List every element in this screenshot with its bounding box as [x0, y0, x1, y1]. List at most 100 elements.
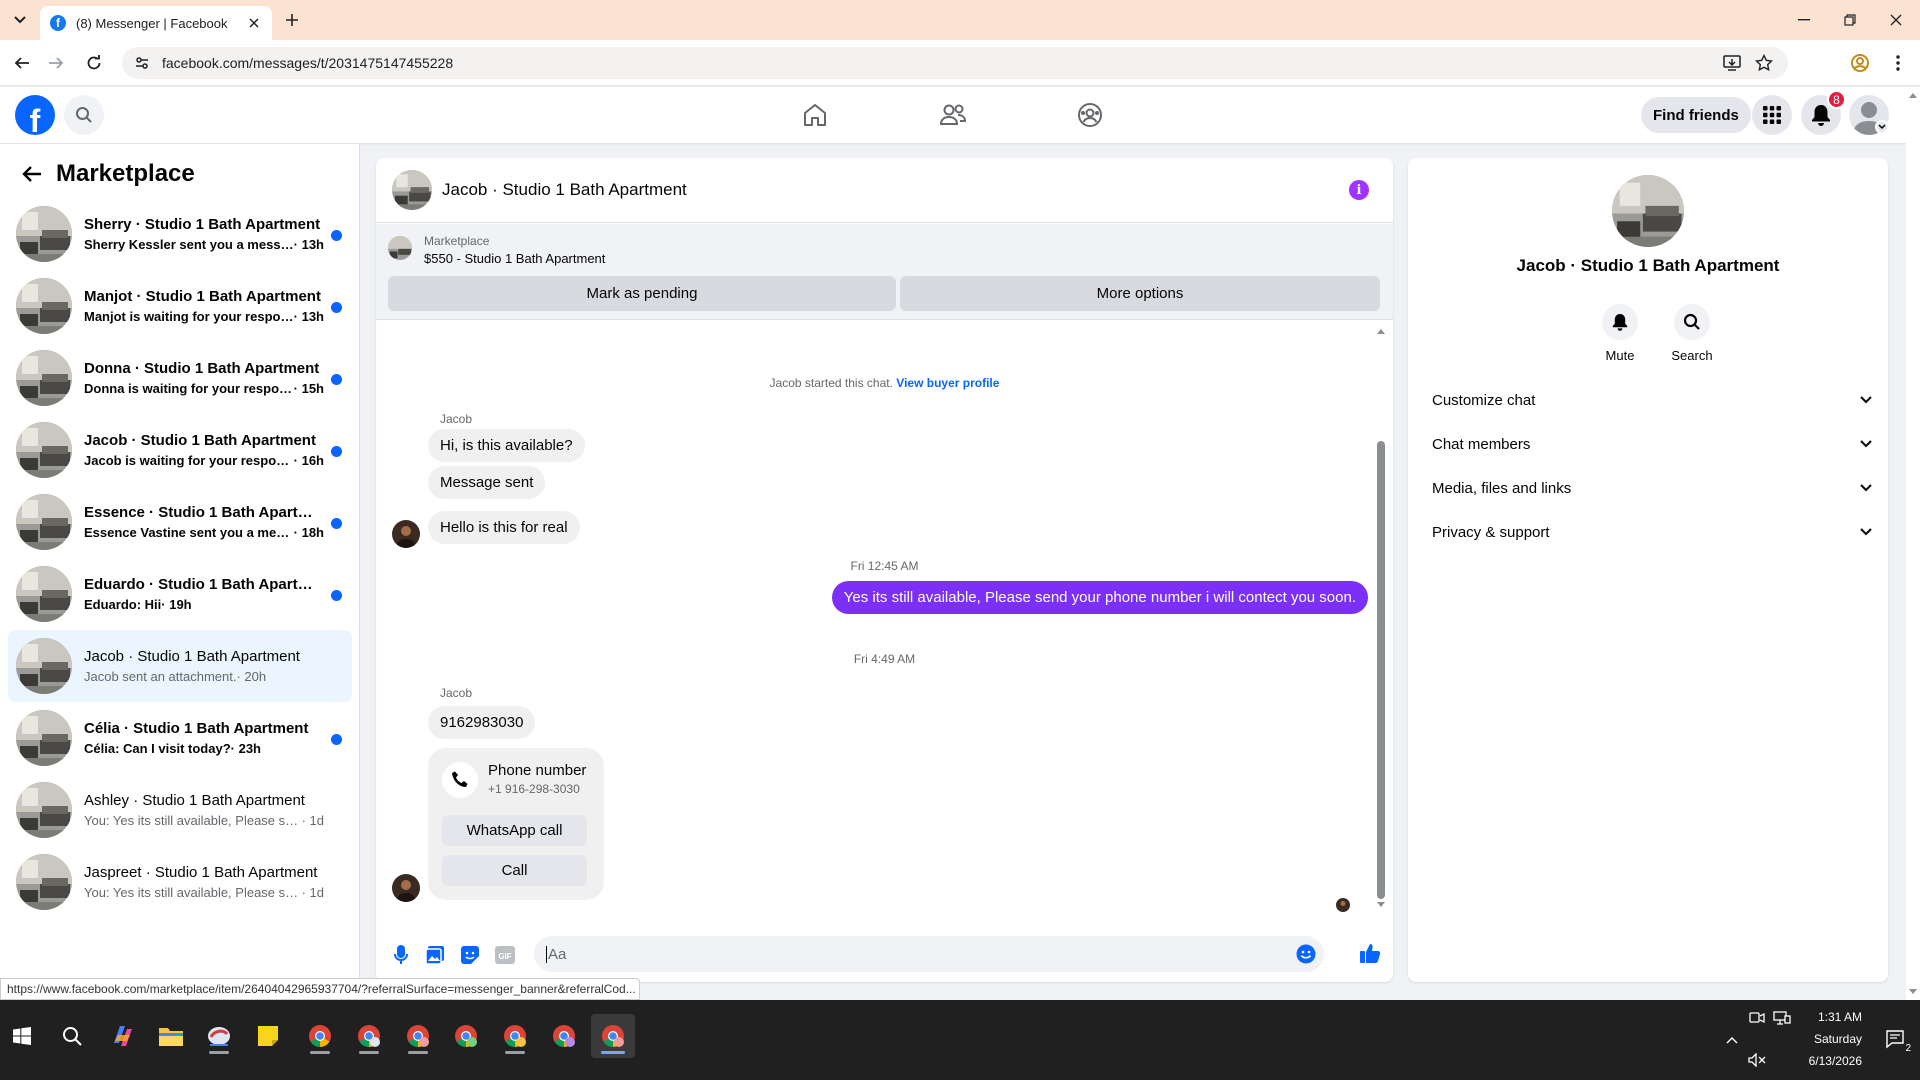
photo-attach-icon[interactable]: [424, 944, 446, 966]
incoming-message[interactable]: Message sent: [428, 466, 546, 499]
back-arrow-icon[interactable]: [10, 51, 34, 75]
more-options-button[interactable]: More options: [900, 276, 1380, 311]
show-hidden-icons-chevron-icon[interactable]: [1720, 1028, 1744, 1052]
search-icon[interactable]: [64, 95, 104, 135]
scrollbar-thumb[interactable]: [1377, 441, 1385, 899]
thumbs-up-icon[interactable]: [1358, 941, 1382, 965]
incoming-message[interactable]: 9162983030: [428, 706, 536, 739]
conversation-thumbnail: [16, 350, 72, 406]
mute-button[interactable]: Mute: [1588, 304, 1652, 363]
sender-avatar[interactable]: [392, 520, 420, 548]
new-tab-plus-icon[interactable]: [282, 10, 302, 30]
copilot-icon[interactable]: [101, 1014, 145, 1058]
customize-chat-row[interactable]: Customize chat: [1424, 378, 1872, 422]
chrome-profile-icon[interactable]: [347, 1014, 391, 1058]
forward-arrow-icon[interactable]: [44, 51, 68, 75]
profile-account-icon[interactable]: [1848, 51, 1872, 75]
view-buyer-profile-link[interactable]: View buyer profile: [896, 376, 999, 390]
chrome-profile-icon[interactable]: [542, 1014, 586, 1058]
minimize-icon[interactable]: [1792, 8, 1816, 32]
back-arrow-icon[interactable]: [14, 156, 50, 192]
chat-members-row[interactable]: Chat members: [1424, 422, 1872, 466]
url-text[interactable]: facebook.com/messages/t/2031475147455228: [162, 55, 1712, 71]
notification-center-icon[interactable]: 2: [1876, 1020, 1916, 1060]
gif-icon[interactable]: GIF: [494, 944, 516, 966]
app-icon[interactable]: [197, 1014, 241, 1058]
menu-grid-icon[interactable]: [1752, 95, 1792, 135]
conversation-text: Sherry · Studio 1 Bath Apartment Sherry K…: [84, 216, 324, 252]
unread-dot: [331, 446, 342, 457]
outgoing-message[interactable]: Yes its still available, Please send you…: [831, 581, 1368, 614]
tab-close-icon[interactable]: [246, 15, 262, 31]
bookmark-star-icon[interactable]: [1752, 51, 1776, 75]
sticker-icon[interactable]: [459, 944, 481, 966]
conversation-item[interactable]: Jaspreet · Studio 1 Bath Apartment You: Y…: [8, 846, 352, 918]
conversation-time: · 18h: [293, 525, 324, 540]
conversation-item[interactable]: Manjot · Studio 1 Bath Apartment Manjot i…: [8, 270, 352, 342]
chrome-profile-icon-active[interactable]: [591, 1014, 635, 1058]
phone-card-title: Phone number: [488, 762, 587, 779]
sticky-notes-icon[interactable]: [246, 1014, 290, 1058]
find-friends-button[interactable]: Find friends: [1641, 97, 1751, 133]
chrome-profile-icon[interactable]: [396, 1014, 440, 1058]
site-info-icon[interactable]: [134, 55, 150, 71]
conversation-item[interactable]: Donna · Studio 1 Bath Apartment Donna is …: [8, 342, 352, 414]
sender-avatar[interactable]: [392, 874, 420, 902]
groups-icon[interactable]: [1070, 95, 1110, 135]
facebook-logo-icon[interactable]: f: [15, 95, 55, 135]
home-icon[interactable]: [795, 95, 835, 135]
microphone-icon[interactable]: [390, 944, 412, 966]
conversation-item[interactable]: Essence · Studio 1 Bath Apartment Essence…: [8, 486, 352, 558]
conversation-item[interactable]: Ashley · Studio 1 Bath Apartment You: Yes…: [8, 774, 352, 846]
listing-title[interactable]: $550 - Studio 1 Bath Apartment: [424, 251, 605, 266]
file-explorer-icon[interactable]: [149, 1014, 193, 1058]
emoji-icon[interactable]: [1296, 944, 1316, 964]
conversation-photo[interactable]: [1612, 175, 1684, 247]
chat-title[interactable]: Jacob · Studio 1 Bath Apartment: [442, 180, 687, 200]
privacy-support-row[interactable]: Privacy & support: [1424, 510, 1872, 554]
friends-icon[interactable]: [933, 95, 973, 135]
listing-thumbnail[interactable]: [388, 236, 412, 260]
conversation-time: · 13h: [293, 237, 324, 252]
conversation-item[interactable]: Sherry · Studio 1 Bath Apartment Sherry K…: [8, 198, 352, 270]
conversation-item[interactable]: Jacob · Studio 1 Bath Apartment Jacob sen…: [8, 630, 352, 702]
chrome-icon[interactable]: [298, 1014, 342, 1058]
message-input[interactable]: Aa: [534, 936, 1324, 972]
restore-icon[interactable]: [1838, 8, 1862, 32]
chrome-profile-icon[interactable]: [444, 1014, 488, 1058]
row-label: Chat members: [1432, 435, 1531, 453]
sender-name: Jacob: [440, 412, 473, 426]
reload-icon[interactable]: [82, 51, 106, 75]
info-icon[interactable]: i: [1349, 180, 1369, 200]
message-scrollbar[interactable]: [1375, 327, 1385, 909]
account-chevron-icon[interactable]: [1875, 120, 1889, 134]
taskbar-search-icon[interactable]: [50, 1014, 94, 1058]
media-files-links-row[interactable]: Media, files and links: [1424, 466, 1872, 510]
banner-label: Marketplace: [424, 234, 490, 248]
chrome-profile-icon[interactable]: [493, 1014, 537, 1058]
browser-menu-icon[interactable]: [1886, 51, 1910, 75]
meet-now-icon[interactable]: [1745, 1006, 1769, 1030]
whatsapp-call-button[interactable]: WhatsApp call: [442, 815, 587, 846]
incoming-message[interactable]: Hello is this for real: [428, 511, 580, 544]
incoming-message[interactable]: Hi, is this available?: [428, 429, 585, 462]
conversation-item[interactable]: Célia · Studio 1 Bath Apartment Célia: Ca…: [8, 702, 352, 774]
install-app-icon[interactable]: [1720, 51, 1744, 75]
clock-date[interactable]: 6/13/2026: [1780, 1054, 1862, 1068]
tab-search-chevron-icon[interactable]: [8, 10, 32, 30]
conversation-name: Jacob · Studio 1 Bath Apartment: [84, 432, 316, 449]
conversation-item[interactable]: Eduardo · Studio 1 Bath Apartment Eduardo…: [8, 558, 352, 630]
clock-day[interactable]: Saturday: [1780, 1032, 1862, 1046]
search-in-conversation-button[interactable]: Search: [1660, 304, 1724, 363]
windows-start-icon[interactable]: [0, 1014, 44, 1058]
volume-muted-icon[interactable]: [1745, 1048, 1769, 1072]
call-button[interactable]: Call: [442, 855, 587, 886]
address-bar[interactable]: facebook.com/messages/t/2031475147455228: [122, 47, 1788, 79]
conversation-item[interactable]: Jacob · Studio 1 Bath Apartment Jacob is …: [8, 414, 352, 486]
chat-thumbnail[interactable]: [392, 170, 432, 210]
clock-time[interactable]: 1:31 AM: [1780, 1010, 1862, 1024]
close-window-icon[interactable]: [1884, 8, 1908, 32]
mark-as-pending-button[interactable]: Mark as pending: [388, 276, 896, 311]
browser-tab[interactable]: f (8) Messenger | Facebook: [40, 6, 272, 40]
page-scrollbar[interactable]: [1906, 87, 1920, 1000]
